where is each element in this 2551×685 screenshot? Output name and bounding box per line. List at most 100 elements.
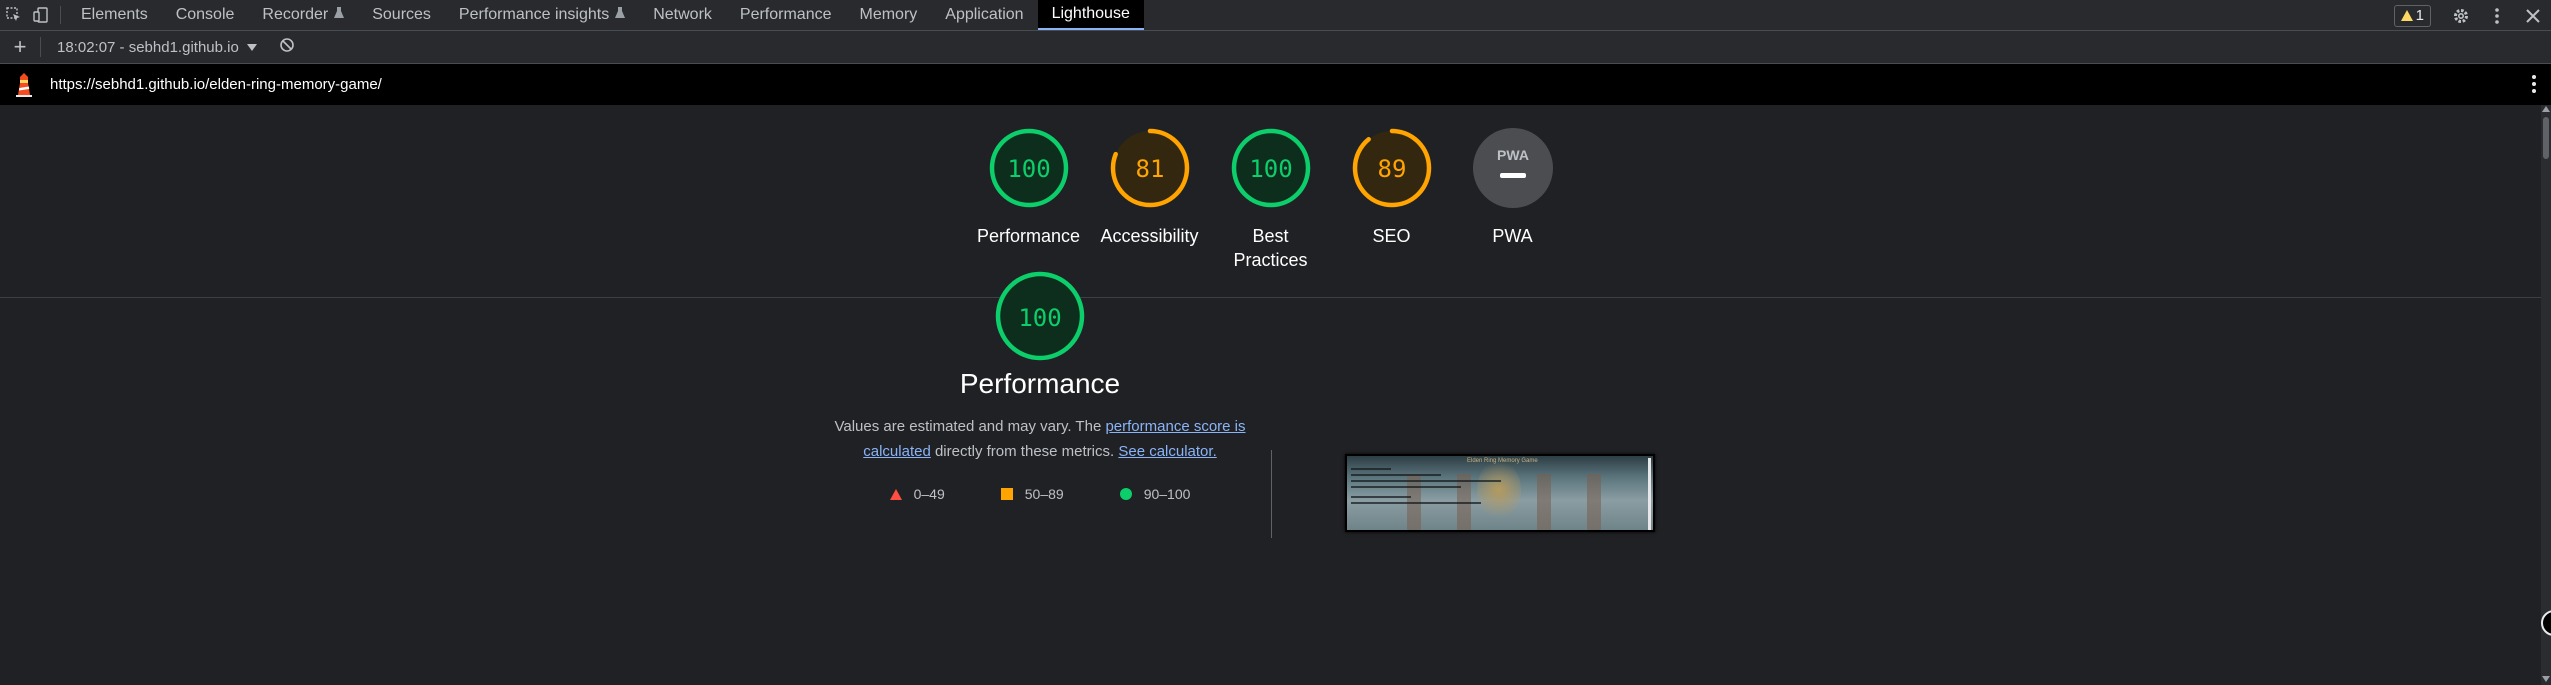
tab-application[interactable]: Application <box>931 0 1037 30</box>
tab-console[interactable]: Console <box>162 0 249 30</box>
score-gauge-best-practices[interactable]: 100 Best Practices <box>1210 127 1331 272</box>
gauge-ring: 89 <box>1352 128 1431 208</box>
warning-icon <box>2400 10 2413 21</box>
report-selector-label: 18:02:07 - sebhd1.github.io <box>57 38 239 56</box>
performance-section: 100 Performance Values are estimated and… <box>800 270 1280 502</box>
score-gauge-pwa[interactable]: PWA PWA <box>1452 127 1573 272</box>
gauge-ring: 100 <box>989 128 1068 208</box>
tab-label: Elements <box>81 6 148 23</box>
gauge-score: 100 <box>1018 304 1061 332</box>
gauge-ring: 100 <box>995 271 1085 361</box>
screenshot-pillar <box>1537 474 1551 530</box>
score-gauge-accessibility[interactable]: 81 Accessibility <box>1089 127 1210 272</box>
vertical-divider <box>1271 450 1272 538</box>
tab-label: Memory <box>859 6 918 23</box>
tab-performance[interactable]: Performance <box>726 0 846 30</box>
chevron-down-icon <box>246 43 257 51</box>
performance-gauge[interactable]: 100 <box>800 270 1280 362</box>
gauge-label: SEO <box>1372 226 1411 246</box>
settings-gear-icon[interactable] <box>2443 7 2479 25</box>
lighthouse-report-toolbar: + 18:02:07 - sebhd1.github.io <box>0 31 2551 64</box>
toolbar-divider <box>60 6 61 24</box>
screenshot-glow <box>1477 460 1521 520</box>
tab-memory[interactable]: Memory <box>846 0 932 30</box>
report-selector[interactable]: 18:02:07 - sebhd1.github.io <box>57 39 257 56</box>
scroll-down-arrow-icon[interactable] <box>2542 676 2550 682</box>
score-legend: 0–49 50–89 90–100 <box>800 486 1280 502</box>
legend-label: 90–100 <box>1143 486 1191 502</box>
gauge-score: 100 <box>1007 155 1050 183</box>
screenshot-text-line <box>1351 480 1501 482</box>
pwa-badge-text: PWA <box>1497 147 1529 163</box>
experimental-flask-icon <box>615 6 626 24</box>
toolbar-right: 1 <box>2393 0 2551 31</box>
tab-label: Console <box>175 6 235 23</box>
gauge-score: 100 <box>1249 155 1292 183</box>
report-url-bar: https://sebhd1.github.io/elden-ring-memo… <box>0 64 2551 105</box>
gauge-ring: 100 <box>1231 128 1310 208</box>
see-calculator-link[interactable]: See calculator. <box>1118 443 1216 460</box>
gauge-label: Best Practices <box>1210 224 1331 272</box>
score-gauge-seo[interactable]: 89 SEO <box>1331 127 1452 272</box>
pass-circle-icon <box>1119 488 1132 500</box>
performance-description: Values are estimated and may vary. The p… <box>800 414 1280 464</box>
legend-label: 0–49 <box>913 486 945 502</box>
legend-label: 50–89 <box>1024 486 1064 502</box>
performance-title: Performance <box>959 368 1121 399</box>
tab-label: Network <box>653 6 712 23</box>
lighthouse-logo-icon <box>0 72 48 97</box>
warning-count: 1 <box>2415 7 2424 24</box>
tab-network[interactable]: Network <box>639 0 726 30</box>
legend-average: 50–89 <box>1000 486 1064 502</box>
devtools-tab-bar: Elements Console Recorder Sources Perfor… <box>0 0 2551 31</box>
scrollbar-thumb[interactable] <box>2543 117 2549 159</box>
tab-label: Lighthouse <box>1051 5 1130 22</box>
category-scores: 100 Performance 81 Accessibility 100 Bes… <box>968 127 1573 272</box>
screenshot-text-line <box>1351 468 1391 470</box>
tab-sources[interactable]: Sources <box>358 0 445 30</box>
desc-text: directly from these metrics. <box>930 443 1119 460</box>
report-url[interactable]: https://sebhd1.github.io/elden-ring-memo… <box>50 76 382 93</box>
vertical-scrollbar[interactable] <box>2541 105 2551 685</box>
tab-performance-insights[interactable]: Performance insights <box>445 0 639 30</box>
screenshot-text-line <box>1351 486 1461 488</box>
close-devtools-icon[interactable] <box>2515 8 2551 23</box>
gauge-label: Accessibility <box>1100 226 1199 246</box>
legend-pass: 90–100 <box>1119 486 1191 502</box>
tab-label: Sources <box>372 6 431 23</box>
report-menu-icon[interactable] <box>2531 74 2537 99</box>
tab-recorder[interactable]: Recorder <box>248 0 358 30</box>
fail-triangle-icon <box>889 488 902 500</box>
tab-elements[interactable]: Elements <box>67 0 162 30</box>
gauge-score: 89 <box>1377 155 1406 183</box>
final-screenshot-thumbnail[interactable]: Elden Ring Memory Game <box>1345 454 1655 532</box>
tab-label: Application <box>945 6 1024 23</box>
gauge-ring: 81 <box>1110 128 1189 208</box>
inspect-element-icon[interactable] <box>0 0 27 30</box>
new-report-button[interactable]: + <box>0 36 40 58</box>
score-gauge-performance[interactable]: 100 Performance <box>968 127 1089 272</box>
screenshot-text-line <box>1351 502 1481 504</box>
gauge-label-line2: Practices <box>1233 250 1308 270</box>
screenshot-scrollbar <box>1648 458 1651 530</box>
screenshot-text-line <box>1351 474 1441 476</box>
warnings-badge[interactable]: 1 <box>2393 4 2431 27</box>
more-options-icon[interactable] <box>2479 7 2515 25</box>
screenshot-pillar <box>1587 474 1601 530</box>
average-square-icon <box>1000 488 1013 500</box>
tab-label: Performance insights <box>458 6 610 23</box>
desc-text: Values are estimated and may vary. The <box>834 418 1106 435</box>
legend-fail: 0–49 <box>889 486 945 502</box>
gauge-label-line1: Best <box>1252 226 1289 246</box>
screenshot-image: Elden Ring Memory Game <box>1347 456 1653 530</box>
screenshot-text-line <box>1351 496 1411 498</box>
device-toolbar-icon[interactable] <box>27 0 54 30</box>
toolbar-divider <box>40 37 41 57</box>
clear-reports-icon[interactable] <box>279 37 295 58</box>
gauge-label: Performance <box>976 226 1081 246</box>
tab-lighthouse[interactable]: Lighthouse <box>1037 0 1144 30</box>
screenshot-title: Elden Ring Memory Game <box>1467 458 1538 464</box>
scroll-up-arrow-icon[interactable] <box>2542 106 2550 112</box>
pwa-badge-icon: PWA <box>1472 128 1553 208</box>
gauge-label: PWA <box>1492 226 1533 246</box>
